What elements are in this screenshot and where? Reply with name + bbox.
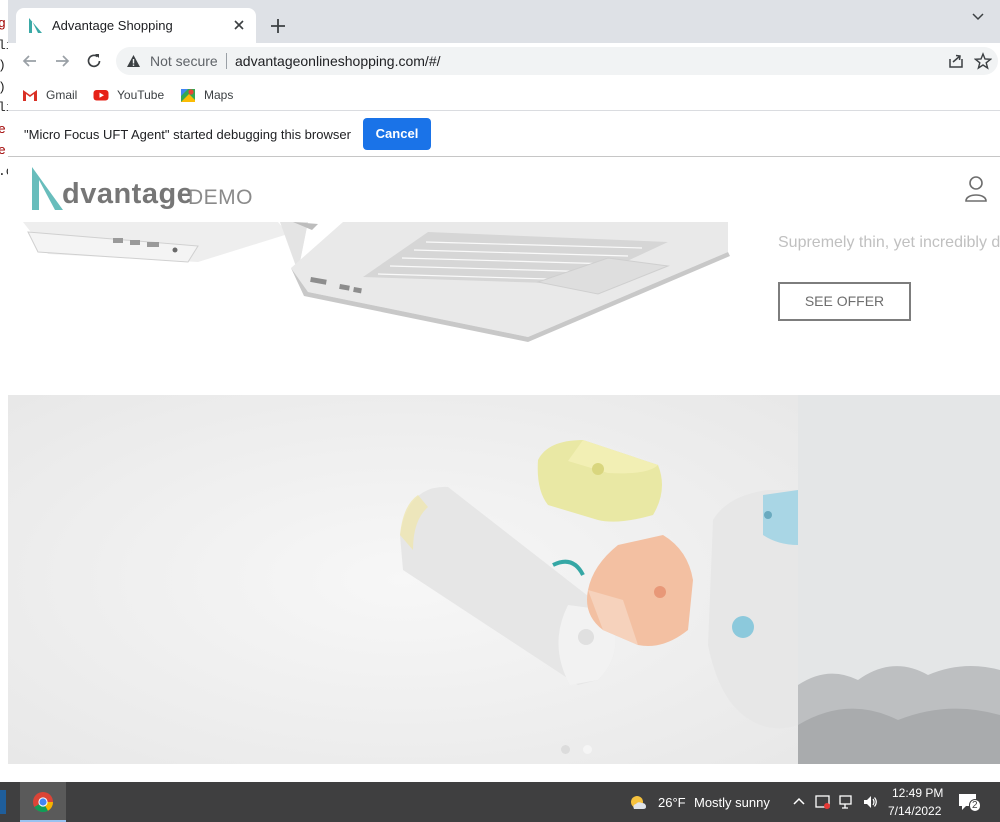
weather-description[interactable]: Mostly sunny [694,795,770,810]
maps-icon [181,89,195,102]
close-icon[interactable] [230,16,248,34]
volume-icon[interactable] [862,794,878,810]
next-slide-preview [798,395,1000,764]
chevron-up-icon[interactable] [791,794,807,810]
bookmark-label: YouTube [117,88,165,102]
chrome-icon [33,792,54,813]
carousel-dot[interactable] [583,745,592,754]
new-tab-plus-icon[interactable] [268,16,288,36]
bookmark-gmail[interactable]: Gmail [22,85,77,105]
reload-icon[interactable] [84,51,104,71]
url-separator [226,53,227,69]
gmail-icon [23,90,37,101]
laptop-hero-banner: Supremely thin, yet incredibly d SEE OFF… [8,222,1000,395]
taskbar: 26°F Mostly sunny 12:49 PM 7/14/2022 2 [0,782,1000,822]
taskbar-chrome-app[interactable] [20,782,66,822]
hero-tagline: Supremely thin, yet incredibly d [778,234,1000,251]
partly-sunny-icon[interactable] [628,793,648,811]
tab-title: Advantage Shopping [52,18,173,33]
browser-window: Advantage Shopping Not secure advantageo… [8,0,1000,782]
chevron-down-icon[interactable] [970,8,986,24]
background-text-fragment: g [0,16,6,31]
back-arrow-icon[interactable] [20,51,40,71]
infobar-message: "Micro Focus UFT Agent" started debuggin… [24,127,351,142]
background-text-fragment: e [0,122,6,137]
notification-center-button[interactable]: 2 [958,792,981,812]
weather-temperature[interactable]: 26°F [658,795,686,810]
bookmark-label: Gmail [46,88,78,102]
speakers-image [8,395,798,764]
security-tray-icon[interactable] [815,794,831,810]
url-text[interactable]: advantageonlineshopping.com/#/ [235,53,441,69]
cancel-debugging-button[interactable]: Cancel [363,118,431,150]
background-text-fragment: e [0,143,6,158]
bookmark-label: Maps [204,88,234,102]
advantage-logo-icon[interactable] [30,166,64,211]
background-text-fragment: li [0,38,8,53]
notification-count-badge: 2 [969,799,981,812]
share-icon[interactable] [948,53,964,69]
youtube-icon [93,90,109,101]
security-status-label[interactable]: Not secure [150,53,218,69]
network-icon[interactable] [839,794,855,810]
clouds-image [798,395,1000,764]
see-offer-button[interactable]: SEE OFFER [778,282,911,321]
page-bottom-strip [8,764,1000,782]
logo-demo-label[interactable]: DEMO [188,186,253,210]
background-text-fragment: ). [0,80,8,95]
debugging-infobar: "Micro Focus UFT Agent" started debuggin… [8,111,1000,157]
speakers-banner[interactable] [8,395,798,764]
advantage-logo-icon [29,18,42,33]
tab-advantage-shopping[interactable]: Advantage Shopping [16,8,256,43]
logo-wordmark[interactable]: dvantage [62,178,193,211]
warning-triangle-icon [127,55,140,67]
clock-date[interactable]: 7/14/2022 [888,804,941,818]
browser-toolbar: Not secure advantageonlineshopping.com/#… [8,43,1000,79]
tab-strip: Advantage Shopping [8,0,1000,43]
bookmark-star-icon[interactable] [974,52,992,70]
laptop-image [23,222,730,342]
bookmarks-bar: Gmail YouTube Maps [8,79,1000,111]
forward-arrow-icon[interactable] [52,51,72,71]
bookmark-maps[interactable]: Maps [180,85,233,105]
taskbar-edge-app[interactable] [0,790,6,814]
user-account-icon[interactable] [964,175,988,203]
site-header: dvantage DEMO [8,157,1000,222]
carousel-dot[interactable] [561,745,570,754]
background-text-fragment: li [0,100,8,115]
background-text-fragment: ). [0,58,8,73]
background-window-edge: g li ). ). li e e .c [0,0,8,782]
page-content: Supremely thin, yet incredibly d SEE OFF… [8,157,1000,782]
bookmark-youtube[interactable]: YouTube [93,85,164,105]
background-text-fragment: .c [0,164,8,179]
clock-time[interactable]: 12:49 PM [892,786,943,800]
address-bar[interactable]: Not secure advantageonlineshopping.com/#… [116,47,998,75]
